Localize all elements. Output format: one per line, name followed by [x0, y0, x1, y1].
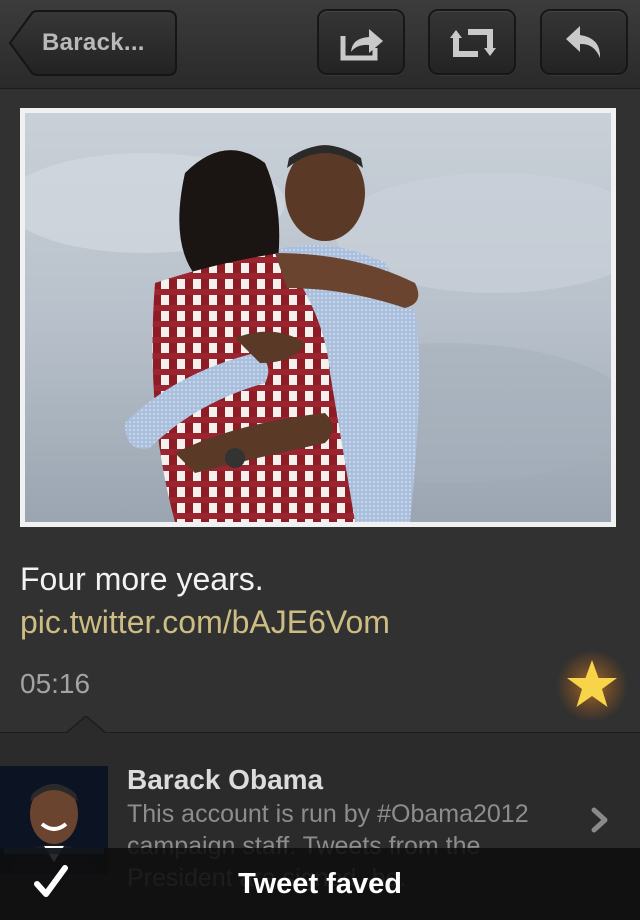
chevron-right-icon[interactable]: [590, 806, 610, 834]
toast-message: Tweet faved: [238, 868, 402, 900]
tweet-text: Four more years.: [20, 561, 264, 597]
retweet-button[interactable]: [428, 9, 516, 75]
reply-icon: [566, 26, 601, 58]
tweet-timestamp: 05:16: [20, 668, 91, 699]
reply-button[interactable]: [540, 9, 628, 75]
tweet-photo-image: [25, 113, 611, 522]
tweet-link[interactable]: pic.twitter.com/bAJE6Vom: [20, 601, 620, 643]
pointer-notch: [66, 716, 106, 734]
navigation-bar: Barack...: [0, 0, 640, 89]
tweet-photo[interactable]: [20, 108, 616, 527]
tweet-detail-screen: Barack... Four more years. pic.twitter.c…: [0, 0, 640, 920]
back-button-label: Barack...: [42, 29, 145, 56]
tweet-faved-toast: Tweet faved: [0, 848, 640, 920]
share-icon: [340, 29, 383, 61]
share-button[interactable]: [317, 9, 405, 75]
favorite-star-icon[interactable]: [556, 650, 628, 722]
retweet-icon: [450, 29, 496, 57]
profile-name: Barack Obama: [127, 764, 324, 795]
back-button[interactable]: Barack...: [8, 10, 178, 76]
